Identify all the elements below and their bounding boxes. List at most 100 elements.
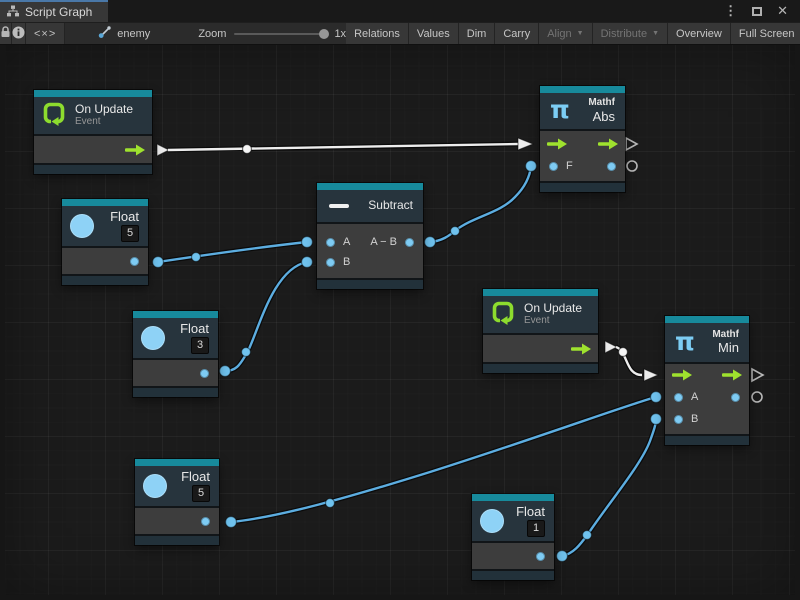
event-loop-icon (41, 100, 67, 131)
zoom-control: Zoom 1x (198, 23, 346, 44)
float-value-input[interactable]: 5 (121, 225, 139, 242)
wire-float5bottom-minA[interactable] (226, 392, 662, 528)
exec-output-port[interactable] (722, 369, 742, 381)
float-value-input[interactable]: 5 (192, 485, 210, 502)
wire-exec-onupdate1-abs[interactable] (157, 138, 533, 156)
canvas-edge (0, 45, 5, 600)
node-title: Subtract (368, 199, 413, 213)
value-output-port[interactable] (607, 162, 616, 171)
graph-toolbar: <×> enemy Zoom 1x Relations Values Dim (0, 22, 800, 44)
code-icon: <×> (34, 28, 56, 40)
node-footer (540, 183, 625, 192)
distribute-dropdown[interactable]: Distribute▼ (593, 23, 668, 44)
node-subtract[interactable]: Subtract A A − B B (317, 183, 423, 289)
node-on-update-1[interactable]: On Update Event (34, 90, 152, 174)
node-accent-bar (483, 289, 598, 296)
overview-button[interactable]: Overview (668, 23, 731, 44)
float-icon (480, 509, 504, 533)
node-title: On Update (75, 103, 133, 117)
value-output-port[interactable] (731, 393, 740, 402)
graph-canvas[interactable]: On Update Event Float 5 (0, 44, 800, 600)
node-accent-bar (540, 86, 625, 93)
node-title: Abs (593, 110, 615, 125)
node-subtitle: Event (75, 116, 133, 128)
exec-wire-start-triangle (157, 144, 169, 156)
input-port-a[interactable] (674, 393, 683, 402)
carry-button[interactable]: Carry (495, 23, 539, 44)
node-float-1[interactable]: Float 1 (472, 494, 554, 580)
tab-script-graph[interactable]: Script Graph (0, 0, 108, 22)
float-value-input[interactable]: 3 (191, 337, 209, 354)
zoom-slider[interactable] (234, 33, 326, 35)
node-footer (665, 436, 749, 445)
port-label: A (691, 391, 698, 403)
align-dropdown[interactable]: Align▼ (539, 23, 592, 44)
value-output-port[interactable] (201, 517, 210, 526)
node-accent-bar (133, 311, 218, 318)
value-output-port[interactable] (200, 369, 209, 378)
input-port-b[interactable] (326, 258, 335, 267)
canvas-edge (0, 595, 800, 600)
value-output-port[interactable] (130, 257, 139, 266)
node-footer (135, 536, 219, 545)
info-button[interactable] (12, 23, 26, 44)
graph-hierarchy-icon (7, 5, 19, 20)
close-icon[interactable]: ✕ (777, 3, 788, 19)
zoom-slider-handle[interactable] (319, 29, 329, 39)
dim-button[interactable]: Dim (459, 23, 496, 44)
relations-button[interactable]: Relations (346, 23, 409, 44)
node-footer (62, 276, 148, 285)
node-title: On Update (524, 302, 582, 316)
abs-exec-out-indicator-triangle (626, 138, 637, 150)
wire-float3-subtractB[interactable] (220, 257, 313, 377)
float-value-input[interactable]: 1 (527, 520, 545, 537)
node-title: Float (181, 470, 210, 485)
window-menu-icon[interactable]: ⋮ (724, 3, 737, 19)
zoom-value-label: 1x (334, 28, 346, 40)
dropdown-caret-icon: ▼ (577, 30, 584, 37)
abs-value-out-indicator-circle (627, 161, 637, 171)
maximize-icon[interactable] (752, 7, 762, 16)
min-value-out-indicator-circle (752, 392, 762, 402)
graph-reference-button[interactable]: enemy (91, 23, 156, 44)
lock-button[interactable] (0, 23, 12, 44)
exec-output-port[interactable] (125, 144, 145, 156)
values-button[interactable]: Values (409, 23, 459, 44)
node-float-5-bottom[interactable]: Float 5 (135, 459, 219, 545)
node-accent-bar (34, 90, 152, 97)
input-port-b[interactable] (674, 415, 683, 424)
exec-output-port[interactable] (571, 343, 591, 355)
port-label: A − B (370, 236, 397, 248)
full-screen-button[interactable]: Full Screen (731, 23, 800, 44)
value-output-port[interactable] (536, 552, 545, 561)
subtract-minus-icon (329, 204, 349, 208)
exec-output-port[interactable] (598, 138, 618, 150)
exec-wire-start-triangle (605, 341, 617, 353)
node-mathf-abs[interactable]: π Mathf Abs F (540, 86, 625, 192)
float-icon (141, 326, 165, 350)
exec-input-port[interactable] (672, 369, 692, 381)
node-footer (472, 571, 554, 580)
node-on-update-2[interactable]: On Update Event (483, 289, 598, 373)
input-port-f[interactable] (549, 162, 558, 171)
port-label: A (343, 236, 350, 248)
script-graph-window: Script Graph ⋮ ✕ (0, 0, 800, 600)
node-float-3[interactable]: Float 3 (133, 311, 218, 397)
output-port-result[interactable] (405, 238, 414, 247)
graph-asset-icon (97, 25, 111, 42)
node-footer (317, 280, 423, 289)
wire-float5top-subtractA[interactable] (153, 237, 313, 268)
node-accent-bar (472, 494, 554, 501)
input-port-a[interactable] (326, 238, 335, 247)
wire-exec-onupdate2-min[interactable] (605, 341, 658, 381)
wire-subtract-absF[interactable] (425, 161, 537, 248)
node-mathf-min[interactable]: π Mathf Min A (665, 316, 749, 445)
wire-float1-minB[interactable] (557, 414, 662, 562)
node-accent-bar (135, 459, 219, 466)
exec-input-port[interactable] (547, 138, 567, 150)
edit-code-button[interactable]: <×> (26, 23, 65, 44)
pi-icon: π (675, 329, 695, 354)
exec-wire-arrowhead (644, 369, 658, 381)
node-title: Float (180, 322, 209, 337)
node-float-5-top[interactable]: Float 5 (62, 199, 148, 285)
